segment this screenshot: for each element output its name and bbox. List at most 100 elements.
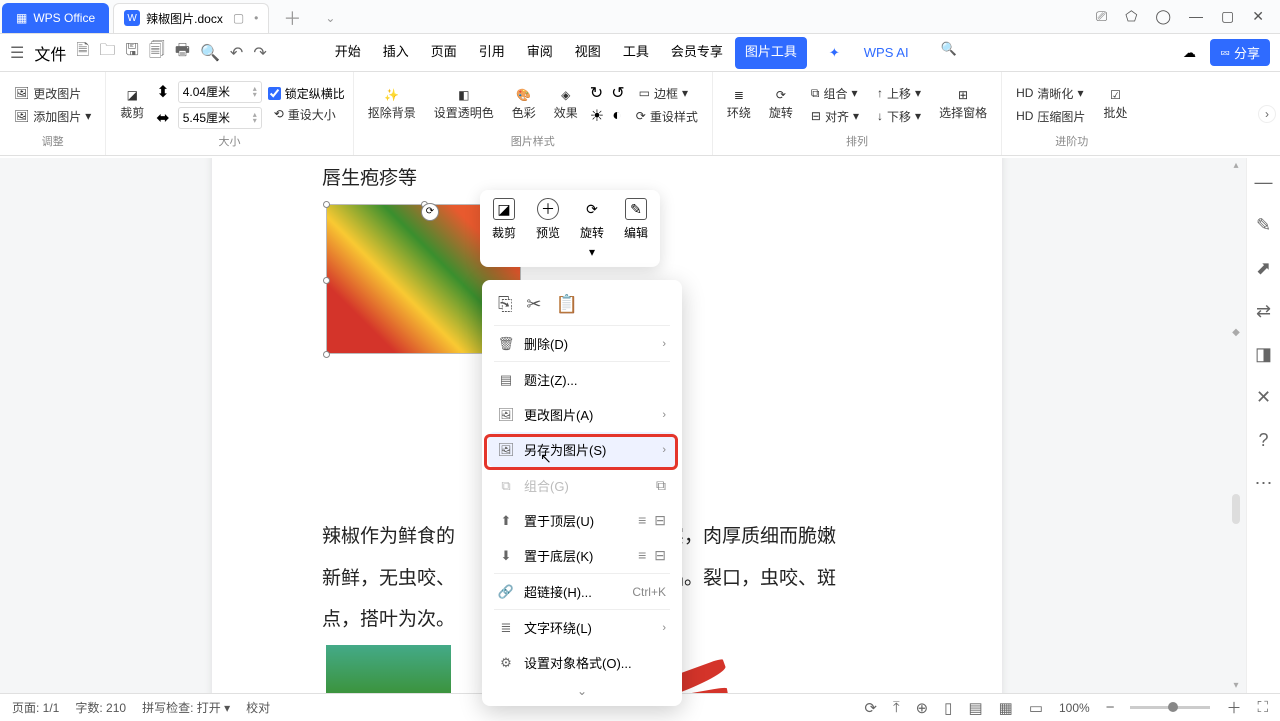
scroll-thumb[interactable] bbox=[1232, 494, 1240, 524]
height-input[interactable]: 4.04厘米▴▾ bbox=[178, 81, 262, 103]
view-page-icon[interactable]: ▯ bbox=[944, 699, 952, 717]
rotate-left-icon[interactable]: ↺ bbox=[611, 83, 624, 103]
open-icon[interactable]: 🗀 bbox=[99, 39, 115, 66]
panel-icon[interactable]: ⎚ bbox=[1096, 8, 1107, 25]
zoom-slider[interactable] bbox=[1130, 706, 1210, 709]
group-button[interactable]: ⧉组合 ▾ bbox=[805, 83, 865, 104]
new-doc-icon[interactable]: 🗎 bbox=[76, 39, 89, 66]
tab-member[interactable]: 会员专享 bbox=[661, 37, 733, 69]
scroll-up-icon[interactable]: ▴ bbox=[1233, 160, 1238, 171]
cube-icon[interactable]: ⬠ bbox=[1125, 8, 1137, 25]
tab-menu-icon[interactable]: ⌄ bbox=[315, 3, 345, 33]
menu-send-back[interactable]: ⬇置于底层(K)≡⊟ bbox=[482, 538, 682, 573]
status-spellcheck[interactable]: 拼写检查: 打开 ▾ bbox=[142, 699, 230, 716]
tab-ref[interactable]: 引用 bbox=[469, 37, 515, 69]
border-button[interactable]: ▭边框 ▾ bbox=[633, 83, 694, 104]
app-tab[interactable]: ▦ WPS Office bbox=[2, 3, 109, 33]
cut-icon[interactable]: ✂ bbox=[526, 294, 541, 315]
resize-handle[interactable] bbox=[323, 351, 330, 358]
float-preview-button[interactable]: ＋预览 bbox=[536, 198, 560, 259]
cloud-icon[interactable]: ☁ bbox=[1183, 45, 1196, 61]
float-edit-button[interactable]: ✎编辑 bbox=[624, 198, 648, 259]
ribbon-more-icon[interactable]: › bbox=[1258, 105, 1276, 123]
pen-icon[interactable]: ✎ bbox=[1256, 215, 1271, 236]
hamburger-icon[interactable]: ☰ bbox=[10, 43, 24, 63]
status-proof[interactable]: 校对 bbox=[246, 699, 270, 716]
maximize-icon[interactable]: ▢ bbox=[1221, 8, 1234, 25]
view-outline-icon[interactable]: ▦ bbox=[999, 699, 1013, 717]
wrap-button[interactable]: ≣环绕 bbox=[721, 86, 757, 123]
pin-icon[interactable]: ▢ bbox=[233, 11, 244, 25]
more-icon[interactable]: ⋯ bbox=[1255, 473, 1273, 494]
menu-expand-icon[interactable]: ⌄ bbox=[482, 680, 682, 698]
crop-button[interactable]: ◪裁剪 bbox=[114, 86, 150, 123]
move-up-button[interactable]: ↑上移 ▾ bbox=[871, 83, 927, 104]
menu-change-picture[interactable]: 🖼更改图片(A)› bbox=[482, 397, 682, 432]
contrast-icon[interactable]: ◐ bbox=[612, 107, 622, 125]
spin-icon[interactable]: ▴▾ bbox=[253, 112, 257, 124]
preview-icon[interactable]: 🔍 bbox=[200, 43, 220, 63]
globe-icon[interactable]: ⊕ bbox=[916, 699, 929, 717]
tab-page[interactable]: 页面 bbox=[421, 37, 467, 69]
minimize-icon[interactable]: — bbox=[1189, 8, 1203, 25]
resize-handle[interactable] bbox=[323, 277, 330, 284]
tab-wps-ai[interactable]: ✦WPS AI bbox=[809, 37, 929, 69]
status-words[interactable]: 字数: 210 bbox=[75, 699, 126, 716]
document-tab[interactable]: W 辣椒图片.docx ▢ • bbox=[113, 3, 269, 33]
tab-tools[interactable]: 工具 bbox=[613, 37, 659, 69]
new-tab-button[interactable]: ＋ bbox=[273, 3, 311, 33]
selection-pane-button[interactable]: ⊞选择窗格 bbox=[933, 86, 993, 123]
search-icon[interactable]: 🔍 bbox=[931, 37, 967, 69]
paste-icon[interactable]: 📋 bbox=[556, 294, 578, 315]
tab-picture-tools[interactable]: 图片工具 bbox=[735, 37, 807, 69]
layer-icon[interactable]: ◨ bbox=[1255, 344, 1272, 365]
undo-icon[interactable]: ↶ bbox=[230, 43, 243, 63]
transparent-color-button[interactable]: ◧设置透明色 bbox=[428, 86, 500, 123]
add-picture-button[interactable]: 🖼添加图片 ▾ bbox=[8, 106, 97, 127]
share-button[interactable]: ⮹ 分享 bbox=[1210, 39, 1270, 66]
batch-button[interactable]: ☑批处 bbox=[1097, 86, 1133, 123]
export-icon[interactable]: 🗐 bbox=[149, 39, 165, 66]
file-menu[interactable]: 文件 bbox=[34, 41, 66, 65]
tab-start[interactable]: 开始 bbox=[325, 37, 371, 69]
avatar-icon[interactable]: ◯ bbox=[1155, 8, 1171, 25]
menu-hyperlink[interactable]: 🔗超链接(H)...Ctrl+K bbox=[482, 574, 682, 609]
reset-style-button[interactable]: ⟳重设样式 bbox=[630, 106, 704, 127]
status-page[interactable]: 页面: 1/1 bbox=[12, 699, 59, 716]
change-picture-button[interactable]: 🖼更改图片 bbox=[8, 83, 97, 104]
color-button[interactable]: 🎨色彩 bbox=[506, 86, 542, 123]
menu-text-wrap[interactable]: ≣文字环绕(L)› bbox=[482, 610, 682, 645]
tools-icon[interactable]: ✕ bbox=[1256, 387, 1271, 408]
fullscreen-icon[interactable]: ⛶ bbox=[1257, 699, 1268, 716]
save-icon[interactable]: 🖫 bbox=[125, 39, 139, 66]
remove-bg-button[interactable]: ✨抠除背景 bbox=[362, 86, 422, 123]
float-rotate-button[interactable]: ⟳旋转 ▾ bbox=[580, 198, 604, 259]
upload-icon[interactable]: ⤒ bbox=[893, 699, 900, 716]
sync-icon[interactable]: ⟳ bbox=[864, 699, 877, 717]
zoom-out-icon[interactable]: − bbox=[1106, 699, 1115, 716]
rotate-button[interactable]: ⟳旋转 bbox=[763, 86, 799, 123]
width-input[interactable]: 5.45厘米▴▾ bbox=[178, 107, 262, 129]
tab-review[interactable]: 审阅 bbox=[517, 37, 563, 69]
close-icon[interactable]: ✕ bbox=[1252, 8, 1264, 25]
print-icon[interactable]: 🖶 bbox=[175, 39, 190, 66]
move-down-button[interactable]: ↓下移 ▾ bbox=[871, 106, 927, 127]
effect-button[interactable]: ◈效果 bbox=[548, 86, 584, 123]
image[interactable] bbox=[326, 645, 451, 693]
reset-size-button[interactable]: ⟲重设大小 bbox=[268, 104, 345, 125]
select-icon[interactable]: ⬈ bbox=[1256, 258, 1271, 279]
back-icon-a[interactable]: ≡ bbox=[638, 547, 646, 564]
menu-save-as-picture[interactable]: 🖼另存为图片(S)› bbox=[488, 432, 676, 467]
back-icon-b[interactable]: ⊟ bbox=[654, 547, 666, 564]
view-web-icon[interactable]: ▤ bbox=[968, 699, 982, 717]
rotate-handle[interactable]: ⟳ bbox=[421, 203, 439, 221]
close-tab-icon[interactable]: • bbox=[254, 11, 258, 25]
zoom-level[interactable]: 100% bbox=[1059, 701, 1090, 715]
minus-icon[interactable]: — bbox=[1255, 172, 1273, 193]
resize-handle[interactable] bbox=[323, 201, 330, 208]
scroll-down-icon[interactable]: ▾ bbox=[1233, 680, 1238, 691]
vertical-scrollbar[interactable]: ▴ ◆ ▾ bbox=[1228, 160, 1244, 691]
menu-bring-front[interactable]: ⬆置于顶层(U)≡⊟ bbox=[482, 503, 682, 538]
tab-insert[interactable]: 插入 bbox=[373, 37, 419, 69]
rotate-right-icon[interactable]: ↻ bbox=[590, 83, 603, 103]
